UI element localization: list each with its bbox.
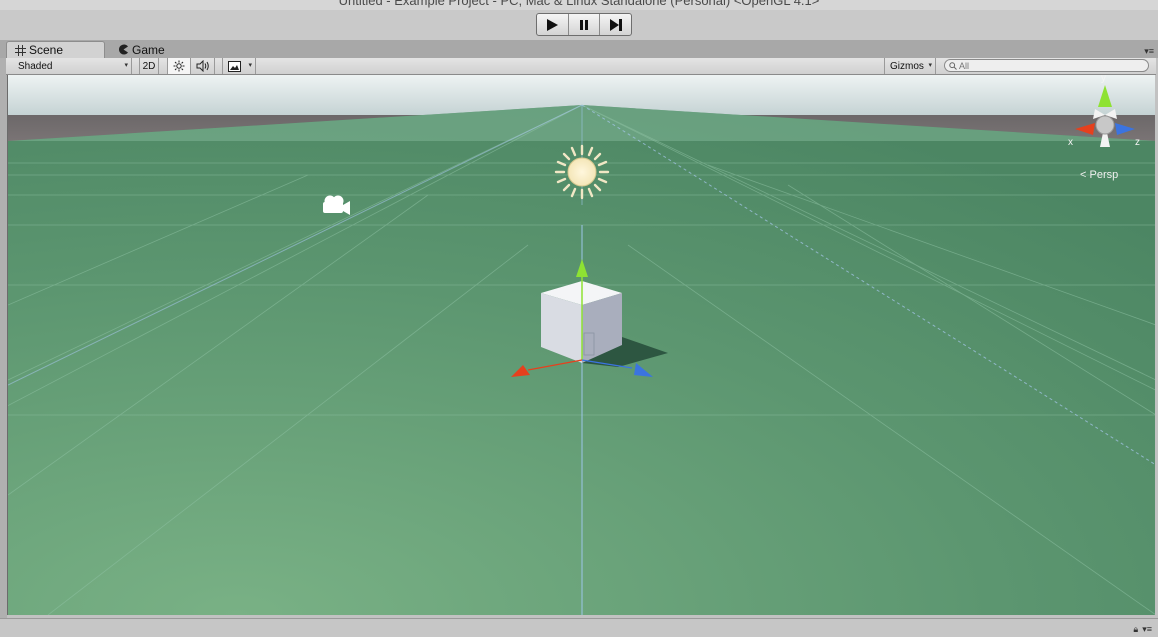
speaker-icon <box>196 60 209 72</box>
status-bar: 🔒︎ ▾≡ <box>0 618 1158 637</box>
scene-viewport[interactable]: y x z < Persp <box>7 75 1155 615</box>
projection-toggle[interactable]: < Persp <box>1080 169 1118 181</box>
main-toolbar <box>0 10 1158 40</box>
pause-button[interactable] <box>569 14 601 35</box>
axis-z-label: z <box>1135 137 1140 148</box>
search-input[interactable] <box>957 60 1137 71</box>
unity-editor-window: Untitled - Example Project - PC, Mac & L… <box>0 0 1158 637</box>
sun-icon <box>173 60 185 72</box>
image-icon <box>228 60 241 72</box>
chevron-down-icon: ▾ <box>248 62 252 69</box>
editor-tab-strip: Scene Game ▾≡ <box>0 40 1158 58</box>
shading-mode-value: Shaded <box>18 60 53 72</box>
tab-scene[interactable]: Scene <box>6 41 105 58</box>
hierarchy-search-field[interactable] <box>944 59 1149 72</box>
scene-lighting-toggle[interactable] <box>167 58 191 74</box>
status-icons: 🔒︎ ▾≡ <box>1133 624 1152 635</box>
window-title: Untitled - Example Project - PC, Mac & L… <box>338 0 820 8</box>
tab-game-label: Game <box>132 42 165 57</box>
tab-scene-label: Scene <box>29 43 64 57</box>
sun-icon[interactable] <box>554 144 610 200</box>
gizmos-dropdown[interactable]: Gizmos ▾ <box>884 58 936 74</box>
step-button[interactable] <box>600 14 631 35</box>
grid-icon <box>15 44 26 56</box>
left-panel-edge <box>0 58 7 618</box>
tab-game[interactable]: Game <box>110 41 180 58</box>
panel-menu-icon[interactable]: ▾≡ <box>1142 624 1152 635</box>
projection-label: Persp <box>1089 169 1119 181</box>
scene-view-toolbar: Shaded ▾ 2D ▾ Gizmos ▾ <box>6 58 1156 75</box>
shading-mode-dropdown[interactable]: Shaded ▾ <box>10 58 132 74</box>
axis-x-label: x <box>1068 137 1073 148</box>
play-icon <box>547 18 559 31</box>
window-title-bar: Untitled - Example Project - PC, Mac & L… <box>0 0 1158 10</box>
search-icon <box>949 61 957 70</box>
tab-menu-icon[interactable]: ▾≡ <box>1144 46 1154 57</box>
pacman-icon <box>119 44 128 55</box>
playmode-controls <box>536 13 632 36</box>
scene-effects-dropdown[interactable]: ▾ <box>222 58 256 74</box>
pause-icon <box>580 19 588 30</box>
toggle-2d-label: 2D <box>142 60 156 72</box>
gizmos-label: Gizmos <box>890 60 924 72</box>
chevron-down-icon: ▾ <box>124 62 128 69</box>
toggle-2d-button[interactable]: 2D <box>139 58 159 74</box>
play-button[interactable] <box>537 14 569 35</box>
chevron-down-icon: ▾ <box>928 62 932 69</box>
scene-canvas: y x z <box>8 75 1155 615</box>
step-icon <box>609 18 622 31</box>
axis-y-label: y <box>1101 75 1106 84</box>
persp-chevron-icon: < <box>1080 169 1087 181</box>
lock-icon[interactable]: 🔒︎ <box>1133 624 1138 635</box>
scene-audio-toggle[interactable] <box>191 58 215 74</box>
